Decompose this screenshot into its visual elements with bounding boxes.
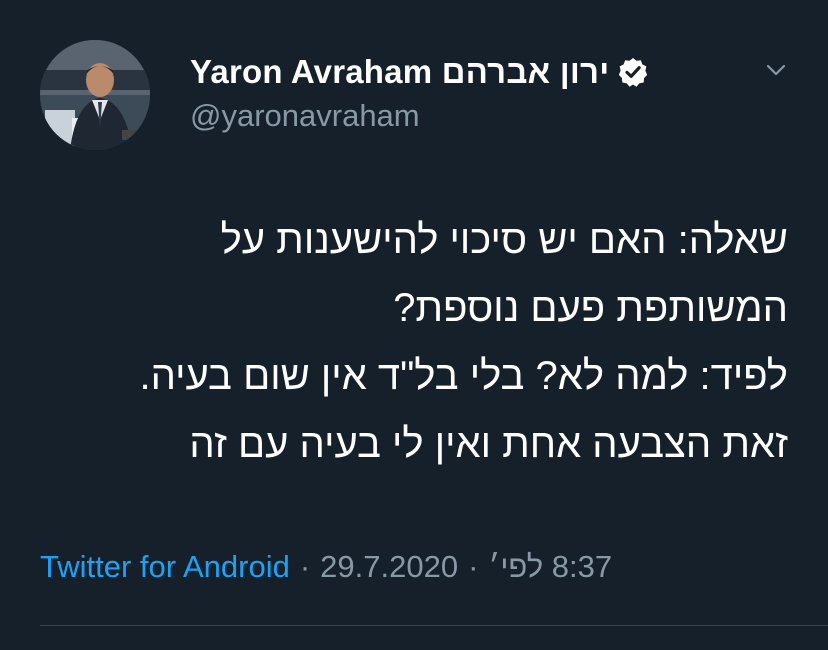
- source-link[interactable]: Twitter for Android: [40, 549, 290, 585]
- tweet-date[interactable]: 29.7.2020: [320, 549, 458, 585]
- tweet-line: המשותפת פעם נוספת?: [393, 286, 788, 330]
- author-handle[interactable]: @yaronavraham: [190, 98, 420, 134]
- author-display-name[interactable]: Yaron Avraham ירון אברהם: [190, 53, 609, 91]
- tweet-line: לפיד: למה לא? בלי בל"ד אין שום בעיה.: [139, 354, 789, 398]
- tweet-line: זאת הצבעה אחת ואין לי בעיה עם זה: [189, 422, 788, 466]
- divider: [40, 625, 828, 626]
- chevron-down-icon[interactable]: [762, 56, 790, 84]
- tweet-text: שאלה: האם יש סיכוי להישענות על המשותפת פ…: [28, 206, 789, 478]
- tweet-time[interactable]: 8:37 לפי׳: [488, 549, 612, 585]
- profile-photo: [40, 40, 150, 150]
- tweet-header: Yaron Avraham ירון אברהם @yaronavraham: [40, 40, 790, 150]
- tweet-metadata: Twitter for Android · 29.7.2020 · 8:37 ל…: [40, 549, 612, 585]
- avatar[interactable]: [40, 40, 150, 150]
- separator-dot: ·: [468, 549, 479, 584]
- author-name-row[interactable]: Yaron Avraham ירון אברהם: [190, 50, 649, 94]
- separator-dot: ·: [299, 549, 311, 584]
- tweet-line: שאלה: האם יש סיכוי להישענות על: [220, 218, 788, 262]
- verified-badge-icon: [617, 56, 649, 88]
